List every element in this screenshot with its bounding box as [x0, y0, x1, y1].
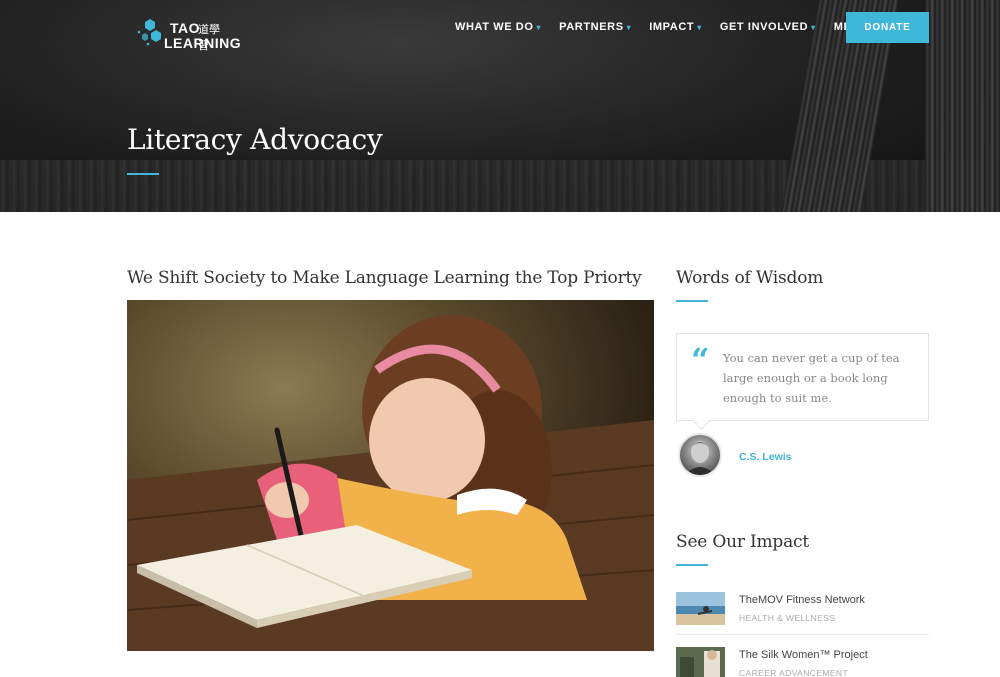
quote-icon: “ — [691, 341, 710, 379]
chevron-down-icon: ▾ — [536, 22, 542, 32]
avatar — [678, 433, 722, 477]
title-underline — [127, 173, 159, 175]
nav-item-label: IMPACT — [649, 21, 695, 33]
impact-title: TheMOV Fitness Network — [739, 594, 865, 606]
nav-item-label: PARTNERS — [559, 21, 624, 33]
impact-thumbnail — [676, 647, 725, 677]
chevron-down-icon: ▾ — [626, 22, 632, 32]
chevron-down-icon: ▾ — [697, 22, 702, 32]
sidebar-heading-wisdom: Words of Wisdom — [676, 268, 824, 288]
quote-author[interactable]: C.S. Lewis — [739, 451, 792, 463]
nav-item-get-involved[interactable]: GET INVOLVED ▾ — [720, 21, 816, 33]
quote-card: “ You can never get a cup of tea large e… — [676, 333, 929, 421]
logo-text-learning: LEARNING — [164, 35, 242, 51]
chevron-down-icon: ▾ — [811, 22, 816, 32]
site-logo[interactable]: TAO 道學習 LEARNING — [136, 16, 241, 52]
heading-underline — [676, 564, 708, 566]
nav-item-impact[interactable]: IMPACT ▾ — [649, 21, 702, 33]
heading-underline — [676, 300, 708, 302]
impact-title: The Silk Women™ Project — [739, 649, 868, 661]
list-item[interactable]: The Silk Women™ Project CAREER ADVANCEME… — [676, 647, 929, 677]
nav-item-label: WHAT WE DO — [455, 21, 534, 33]
list-divider — [676, 634, 929, 635]
donate-button[interactable]: DONATE — [846, 12, 929, 43]
article-image — [127, 300, 654, 651]
nav-item-partners[interactable]: PARTNERS ▾ — [559, 21, 631, 33]
main-nav: WHAT WE DO ▾ PARTNERS ▾ IMPACT ▾ GET INVOLV… — [455, 21, 898, 33]
nav-item-label: GET INVOLVED — [719, 21, 809, 33]
article-heading: We Shift Society to Make Language Learni… — [127, 268, 642, 288]
logo-text-tao: TAO — [170, 20, 201, 36]
impact-category: HEALTH & WELLNESS — [739, 613, 836, 623]
sidebar-heading-impact: See Our Impact — [676, 532, 809, 552]
impact-thumbnail — [676, 592, 725, 625]
impact-category: CAREER ADVANCEMENT — [739, 668, 849, 677]
nav-item-what-we-do[interactable]: WHAT WE DO ▾ — [455, 21, 541, 33]
quote-text: You can never get a cup of tea large eno… — [723, 351, 900, 405]
hero-wood-post — [925, 0, 1000, 212]
page-title: Literacy Advocacy — [127, 123, 383, 156]
hero-banner: TAO 道學習 LEARNING WHAT WE DO ▾ PARTNERS ▾ I… — [0, 0, 1000, 212]
